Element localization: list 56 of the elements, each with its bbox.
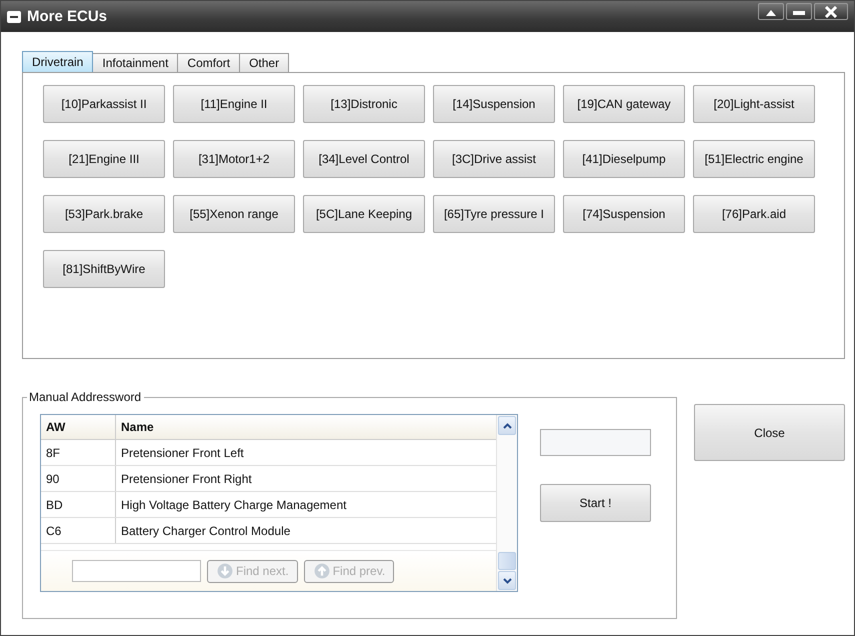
ecu-button[interactable]: [13]Distronic [303, 85, 425, 123]
close-icon [824, 6, 838, 18]
scrollbar[interactable] [496, 415, 517, 591]
address-field[interactable] [540, 429, 651, 456]
table-cell-text: Battery Charger Control Module [120, 522, 292, 540]
scroll-up-button[interactable] [498, 416, 516, 435]
table-cell-text: Pretensioner Front Right [120, 470, 253, 488]
down-arrow-icon [217, 563, 233, 579]
tab[interactable]: Other [239, 53, 290, 72]
tab[interactable]: Drivetrain [22, 51, 94, 72]
window-title: More ECUs [27, 8, 108, 25]
scroll-down-button[interactable] [498, 571, 516, 590]
ecu-button[interactable]: [53]Park.brake [43, 195, 165, 233]
ecu-button[interactable]: [20]Light-assist [693, 85, 815, 123]
start-button[interactable]: Start ! [540, 484, 651, 522]
table-row[interactable]: 90 Pretensioner Front Right [41, 466, 496, 492]
close-button[interactable]: Close [694, 404, 845, 461]
ecu-button[interactable]: [3C]Drive assist [433, 140, 555, 178]
table-cell: 90 [41, 466, 116, 491]
ecu-button[interactable]: [55]Xenon range [173, 195, 295, 233]
table-cell-text: High Voltage Battery Charge Management [120, 496, 348, 514]
chevron-up-icon [502, 422, 512, 428]
group-title: Manual Addressword [27, 390, 144, 404]
ecu-button[interactable]: [21]Engine III [43, 140, 165, 178]
ecu-button[interactable]: [11]Engine II [173, 85, 295, 123]
ecu-button[interactable]: [81]ShiftByWire [43, 250, 165, 288]
ecu-button[interactable]: [5C]Lane Keeping [303, 195, 425, 233]
scroll-thumb[interactable] [498, 552, 516, 570]
up-triangle-icon [764, 8, 778, 16]
ecu-button[interactable]: [14]Suspension [433, 85, 555, 123]
restore-button[interactable] [758, 3, 784, 20]
column-header[interactable]: Name [116, 415, 496, 439]
ecu-button[interactable]: [19]CAN gateway [563, 85, 685, 123]
table-cell: BD [41, 492, 116, 517]
ecu-button[interactable]: [65]Tyre pressure I [433, 195, 555, 233]
ecu-button[interactable]: [10]Parkassist II [43, 85, 165, 123]
search-field[interactable] [72, 560, 201, 582]
tab[interactable]: Comfort [177, 53, 240, 72]
chevron-down-icon [502, 578, 512, 584]
ecu-button[interactable]: [31]Motor1+2 [173, 140, 295, 178]
ecu-button[interactable]: [74]Suspension [563, 195, 685, 233]
table-row[interactable]: C6 Battery Charger Control Module [41, 518, 496, 544]
table-cell-text: Pretensioner Front Left [120, 444, 245, 462]
minimize-button[interactable] [786, 3, 812, 20]
table-row[interactable]: 8F Pretensioner Front Left [41, 440, 496, 466]
ecu-button[interactable]: [76]Park.aid [693, 195, 815, 233]
table-cell: C6 [41, 518, 116, 543]
window-menu-icon[interactable] [7, 10, 21, 22]
table-row[interactable]: BD High Voltage Battery Charge Management [41, 492, 496, 518]
ecu-button[interactable]: [34]Level Control [303, 140, 425, 178]
tab[interactable]: Infotainment [92, 53, 178, 72]
ecu-button[interactable]: [41]Dieselpump [563, 140, 685, 178]
ecu-button[interactable]: [51]Electric engine [693, 140, 815, 178]
column-header[interactable]: AW [41, 415, 116, 439]
close-button[interactable] [814, 3, 848, 20]
table-cell: 8F [41, 440, 116, 465]
